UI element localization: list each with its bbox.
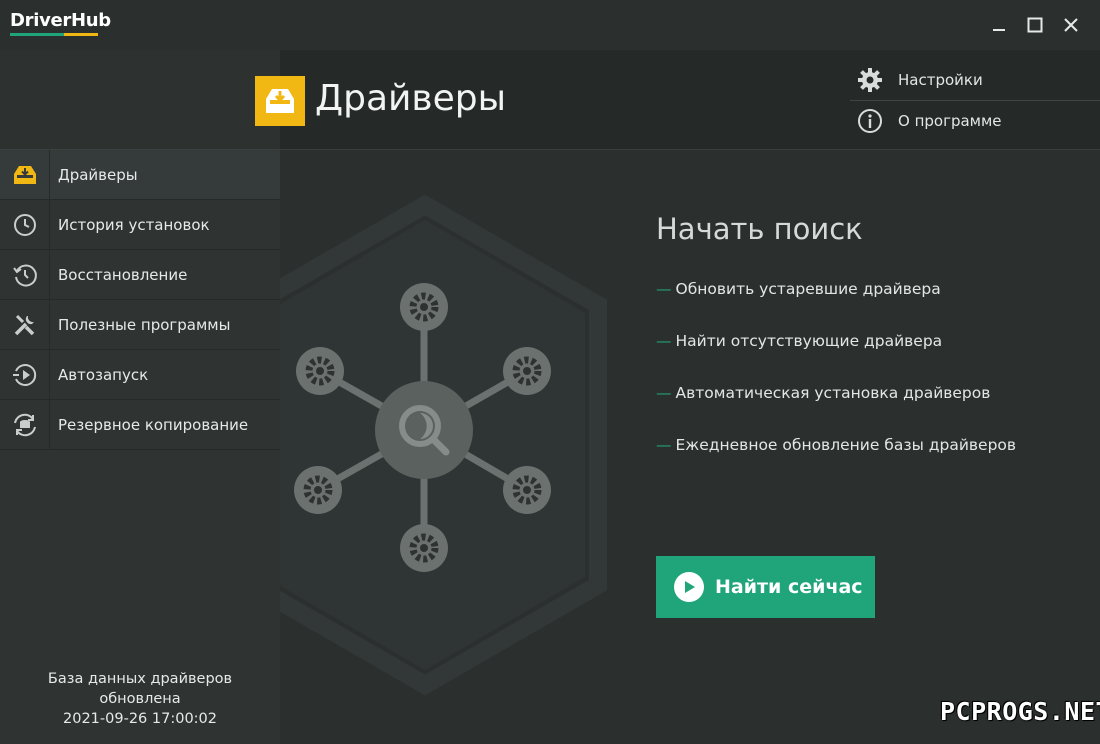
tools-icon <box>0 300 50 349</box>
backup-icon <box>0 400 50 449</box>
sidebar-item-autorun[interactable]: Автозапуск <box>0 350 280 400</box>
find-now-button[interactable]: Найти сейчас <box>656 556 875 618</box>
maximize-button[interactable] <box>1022 12 1048 38</box>
database-status: База данных драйверов обновлена 2021-09-… <box>0 669 280 729</box>
clock-icon <box>0 200 50 249</box>
close-icon <box>1064 18 1078 32</box>
sidebar-item-label: История установок <box>58 215 210 234</box>
db-status-line1: База данных драйверов <box>47 671 233 687</box>
close-button[interactable] <box>1058 12 1084 38</box>
about-label: О программе <box>898 112 1002 130</box>
header-left-panel <box>0 50 280 150</box>
sidebar-item-label: Полезные программы <box>58 315 231 334</box>
driver-network-illustration <box>294 283 551 572</box>
play-icon <box>674 572 704 602</box>
feature-item: — Обновить устаревшие драйвера <box>656 280 941 298</box>
sidebar-item-label: Драйверы <box>58 165 138 184</box>
search-heading: Начать поиск <box>656 212 863 246</box>
page-header: Драйверы Настройки О программе <box>0 50 1100 150</box>
sidebar-item-useful-programs[interactable]: Полезные программы <box>0 300 280 350</box>
feature-item: — Автоматическая установка драйверов <box>656 384 991 402</box>
feature-item: — Найти отсутствующие драйвера <box>656 332 943 350</box>
sidebar-item-restore[interactable]: Восстановление <box>0 250 280 300</box>
sidebar-item-backup[interactable]: Резервное копирование <box>0 400 280 450</box>
db-status-timestamp: 2021-09-26 17:00:02 <box>63 711 217 727</box>
main-panel: Начать поиск — Обновить устаревшие драйве… <box>280 150 1100 744</box>
watermark: PCPROGS.NET <box>940 697 1100 726</box>
drivers-page-icon <box>255 76 305 126</box>
settings-label: Настройки <box>898 71 983 89</box>
gear-icon <box>850 67 890 93</box>
sidebar-item-label: Резервное копирование <box>58 415 249 434</box>
page-title: Драйверы <box>315 78 507 119</box>
restore-history-icon <box>0 250 50 299</box>
title-bar: DriverHub <box>0 0 1100 50</box>
about-link[interactable]: О программе <box>850 101 1100 141</box>
find-now-label: Найти сейчас <box>715 576 863 598</box>
sidebar-item-install-history[interactable]: История установок <box>0 200 280 250</box>
minimize-icon <box>993 29 1005 31</box>
sidebar-item-label: Восстановление <box>58 265 188 284</box>
sidebar: Драйверы История установок Восстановлени… <box>0 150 280 744</box>
feature-item: — Ежедневное обновление базы драйверов <box>656 436 1017 454</box>
info-icon <box>850 108 890 134</box>
app-logo: DriverHub <box>10 10 111 31</box>
db-status-line2: обновлена <box>99 691 181 707</box>
sidebar-item-label: Автозапуск <box>58 365 149 384</box>
autorun-icon <box>0 350 50 399</box>
sidebar-item-drivers[interactable]: Драйверы <box>0 150 280 200</box>
logo-underline <box>10 33 98 36</box>
minimize-button[interactable] <box>986 12 1012 38</box>
drivers-tray-icon <box>0 150 50 199</box>
maximize-icon <box>1027 17 1043 33</box>
settings-link[interactable]: Настройки <box>850 60 1100 100</box>
